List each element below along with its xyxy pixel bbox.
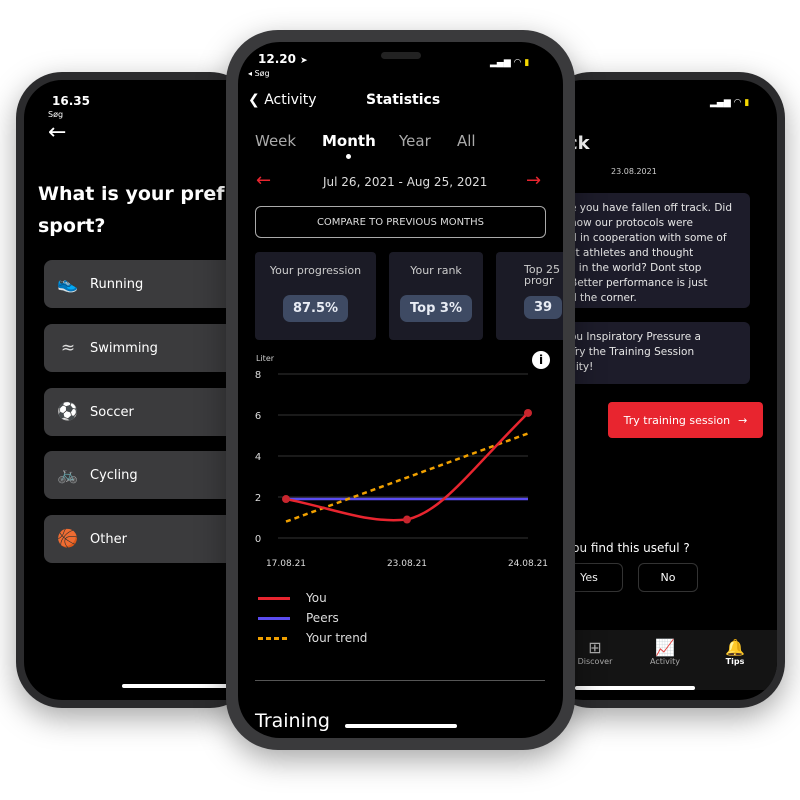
chart-icon: 📈 xyxy=(655,638,675,657)
x-tick-label: 24.08.21 xyxy=(508,559,548,569)
swimmer-icon: ≈ xyxy=(60,338,76,358)
sport-running[interactable]: 👟 Running xyxy=(44,260,244,308)
home-indicator xyxy=(345,724,457,728)
try-training-session-button[interactable]: Try training session → xyxy=(608,402,763,438)
bell-icon: 🔔 xyxy=(725,638,745,657)
chevron-left-icon: ❮ xyxy=(248,92,260,108)
status-time: 16.35 xyxy=(52,94,90,108)
notch-speaker xyxy=(381,52,421,59)
location-icon: ➤ xyxy=(300,56,308,66)
y-tick-label: 0 xyxy=(255,534,261,545)
prev-period-arrow-icon[interactable]: ← xyxy=(256,170,271,191)
sport-cycling[interactable]: 🚲 Cycling xyxy=(44,451,244,499)
divider xyxy=(255,680,545,681)
shoe-icon: 👟 xyxy=(57,274,79,294)
stat-progression: Your progression 87.5% xyxy=(255,252,376,340)
tip-message-2: ou Inspiratory Pressure a Try the Trainin… xyxy=(545,322,750,384)
feedback-question: you find this useful ? xyxy=(565,541,690,555)
data-point-you xyxy=(282,495,290,504)
home-indicator xyxy=(575,686,695,690)
right-phone: ▂▄▆ ◠ ▮ ck 23.08.2021 e you have fallen … xyxy=(545,72,785,708)
signal-wifi-battery-icon: ▂▄▆ ◠ ▮ xyxy=(490,58,530,68)
status-back[interactable]: ◂ Søg xyxy=(248,69,270,78)
page-title: What is your pref sport? xyxy=(38,183,225,237)
sport-soccer[interactable]: ⚽ Soccer xyxy=(44,388,244,436)
tab-week[interactable]: Week xyxy=(255,132,296,150)
grid-icon: ⊞ xyxy=(588,638,602,657)
tip-message-1: e you have fallen off track. Did now our … xyxy=(545,193,750,308)
tab-all[interactable]: All xyxy=(457,132,476,150)
bicycle-icon: 🚲 xyxy=(57,465,79,485)
tab-bar: ⊞ Discover 📈 Activity 🔔 Tips xyxy=(545,630,777,690)
status-back[interactable]: Søg xyxy=(48,110,63,119)
statistics-chart: Liter 0 2 4 6 8 17.08.21 23.08.21 24.08.21 xyxy=(255,354,548,569)
home-indicator xyxy=(122,684,232,688)
y-tick-label: 2 xyxy=(255,493,261,504)
date-range: Jul 26, 2021 - Aug 25, 2021 xyxy=(323,175,488,189)
message-date: 23.08.2021 xyxy=(611,167,657,176)
section-title-training: Training xyxy=(255,710,330,732)
tab-tips[interactable]: 🔔 Tips xyxy=(710,638,760,666)
next-period-arrow-icon[interactable]: → xyxy=(526,170,541,191)
left-phone: 16.35 Søg ← What is your pref sport? 👟 Ru… xyxy=(16,72,264,708)
tab-discover[interactable]: ⊞ Discover xyxy=(570,638,620,666)
status-time: 12.20 ➤ xyxy=(258,52,308,66)
legend-you: You xyxy=(258,591,327,605)
no-button[interactable]: No xyxy=(638,563,698,592)
tab-activity[interactable]: 📈 Activity xyxy=(640,638,690,666)
y-tick-label: 6 xyxy=(255,411,261,422)
sport-swimming[interactable]: ≈ Swimming xyxy=(44,324,244,372)
series-line-you xyxy=(285,412,529,522)
data-point-you xyxy=(524,408,532,417)
signal-wifi-battery-icon: ▂▄▆ ◠ ▮ xyxy=(710,98,750,108)
legend-trend: Your trend xyxy=(258,631,367,645)
legend-swatch-you xyxy=(258,596,290,600)
tab-year[interactable]: Year xyxy=(399,132,431,150)
active-tab-dot xyxy=(346,154,351,159)
soccer-ball-icon: ⚽ xyxy=(57,402,79,422)
tab-month[interactable]: Month xyxy=(322,132,376,150)
y-axis-label: Liter xyxy=(256,354,275,363)
compare-button[interactable]: COMPARE TO PREVIOUS MONTHS xyxy=(255,206,546,238)
legend-swatch-peers xyxy=(258,616,290,620)
y-tick-label: 8 xyxy=(255,370,261,381)
back-button[interactable]: ❮ Activity xyxy=(248,92,317,108)
data-point-you xyxy=(403,515,411,524)
y-tick-label: 4 xyxy=(255,452,261,463)
x-tick-label: 23.08.21 xyxy=(387,559,427,569)
x-tick-label: 17.08.21 xyxy=(266,559,306,569)
arrow-right-icon: → xyxy=(738,413,748,427)
sport-other[interactable]: 🏀 Other xyxy=(44,515,244,563)
center-phone: 12.20 ➤ ◂ Søg ▂▄▆ ◠ ▮ ❮ Activity Statist… xyxy=(226,30,575,750)
page-title: Statistics xyxy=(366,92,441,108)
legend-swatch-trend xyxy=(258,636,290,640)
stat-top25: Top 25 progr 39 xyxy=(496,252,563,340)
other-sports-icon: 🏀 xyxy=(57,529,79,549)
back-arrow-icon[interactable]: ← xyxy=(48,120,66,145)
legend-peers: Peers xyxy=(258,611,339,625)
stat-rank: Your rank Top 3% xyxy=(389,252,483,340)
